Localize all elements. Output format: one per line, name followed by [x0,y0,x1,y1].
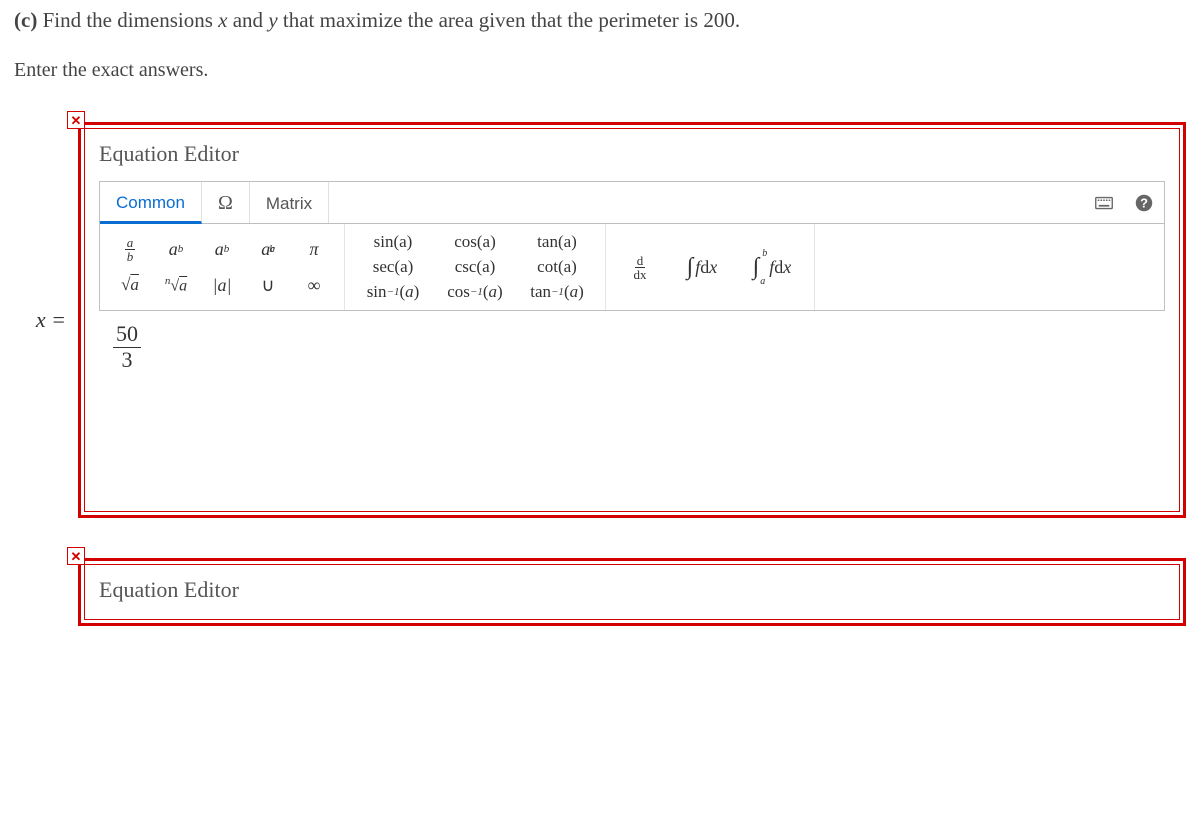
btn-infinity[interactable]: ∞ [292,268,336,302]
btn-power[interactable]: ab [154,232,198,266]
btn-subscript[interactable]: ab [200,232,244,266]
button-row: ab ab ab acb π √a n√a |a| ∪ ∞ sin( [100,224,1164,310]
answer-fraction: 50 3 [113,322,141,371]
question-text: (c) Find the dimensions x and y that max… [14,6,1186,35]
editor-title: Equation Editor [99,141,1165,167]
instruction-text: Enter the exact answers. [14,59,1186,82]
btn-atan[interactable]: tan−1(a) [519,275,595,309]
btn-definite-integral[interactable]: ∫baf dx [742,250,802,284]
btn-subsup[interactable]: acb [246,232,290,266]
equation-editor-y: ✕ Equation Editor [78,558,1186,626]
btn-derivative[interactable]: ddx [618,250,662,284]
keyboard-button[interactable] [1084,182,1124,223]
answer-row-x: x = ✕ Equation Editor Common Ω Matrix [14,122,1186,518]
btn-fraction[interactable]: ab [108,232,152,266]
equation-editor-x: ✕ Equation Editor Common Ω Matrix ? [78,122,1186,518]
btn-acos[interactable]: cos−1(a) [437,275,513,309]
tab-row: Common Ω Matrix ? [100,182,1164,224]
btn-abs[interactable]: |a| [200,268,244,302]
editor-title: Equation Editor [99,577,1165,603]
help-button[interactable]: ? [1124,182,1164,223]
equation-input[interactable]: 50 3 [99,311,1165,499]
close-icon: ✕ [71,550,82,563]
incorrect-badge[interactable]: ✕ [67,547,85,565]
btn-union[interactable]: ∪ [246,268,290,302]
lhs-x: x = [14,307,70,333]
btn-asin[interactable]: sin−1(a) [355,275,431,309]
editor-toolbar: Common Ω Matrix ? ab [99,181,1165,311]
group-calc: ddx ∫f dx ∫baf dx [606,224,815,310]
incorrect-badge[interactable]: ✕ [67,111,85,129]
keyboard-icon [1093,192,1115,214]
group-trig: sin(a) cos(a) tan(a) sec(a) csc(a) cot(a… [345,224,606,310]
answer-row-y: ✕ Equation Editor [14,558,1186,626]
help-icon: ? [1133,192,1155,214]
group-basic: ab ab ab acb π √a n√a |a| ∪ ∞ [100,224,345,310]
tab-common[interactable]: Common [100,182,202,224]
btn-nroot[interactable]: n√a [154,268,198,302]
btn-sqrt[interactable]: √a [108,268,152,302]
tab-matrix[interactable]: Matrix [250,182,329,223]
svg-text:?: ? [1140,195,1148,210]
btn-integral[interactable]: ∫f dx [672,250,732,284]
tab-omega[interactable]: Ω [202,182,250,223]
part-label: (c) [14,8,37,32]
close-icon: ✕ [71,114,82,127]
btn-pi[interactable]: π [292,232,336,266]
